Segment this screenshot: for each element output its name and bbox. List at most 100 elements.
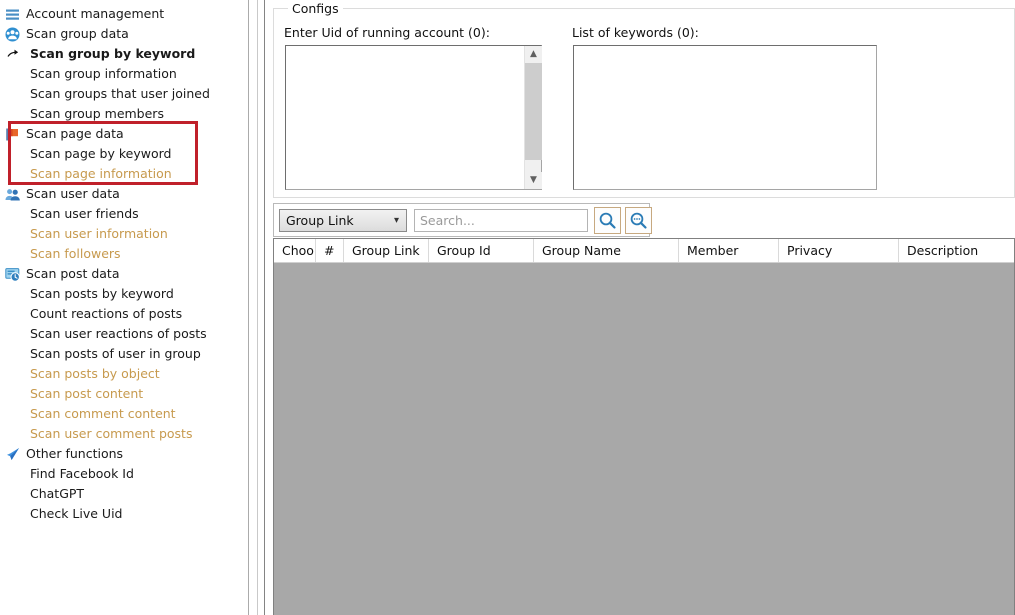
sidebar-item-scan-user-friends[interactable]: Scan user friends: [0, 204, 248, 224]
flag-icon: [6, 128, 18, 141]
sidebar-item-scan-user-comment-posts: Scan user comment posts: [0, 424, 248, 444]
sidebar-item-label: Find Facebook Id: [30, 466, 134, 481]
table-column-header-label: #: [324, 243, 335, 258]
sidebar-item-label: Scan page information: [30, 166, 172, 181]
search-button[interactable]: [594, 207, 621, 234]
sidebar-item-check-live-uid[interactable]: Check Live Uid: [0, 504, 248, 524]
table-column-header[interactable]: Member: [679, 239, 779, 262]
navigation-list: Account management Scan group data Scan gr…: [0, 0, 248, 524]
keywords-textarea[interactable]: [573, 45, 877, 190]
sidebar-item-scan-user-reactions-of-posts[interactable]: Scan user reactions of posts: [0, 324, 248, 344]
sidebar-item-scan-page-information: Scan page information: [0, 164, 248, 184]
table-column-header[interactable]: Group Id: [429, 239, 534, 262]
table-column-header-label: Description: [907, 243, 979, 258]
sidebar-item-label: Other functions: [26, 446, 124, 461]
search-toolbar: Group Link ▾ Search...: [273, 203, 652, 237]
results-table: Choo # Group Link Group Id Group Name Member P…: [273, 238, 1015, 615]
configs-group-box: Configs Enter Uid of running account (0)…: [273, 1, 1015, 198]
sidebar-item-label: Scan groups that user joined: [30, 86, 210, 101]
sidebar-item-label: Scan page data: [26, 126, 124, 141]
sidebar-item-label: Scan user friends: [30, 206, 139, 221]
sidebar-item-label: Scan followers: [30, 246, 121, 261]
sidebar-item-label: Scan posts by object: [30, 366, 160, 381]
sidebar-item-chatgpt[interactable]: ChatGPT: [0, 484, 248, 504]
sidebar-item-scan-posts-by-object: Scan posts by object: [0, 364, 248, 384]
sidebar-item-label: Scan post content: [30, 386, 144, 401]
keywords-field-label: List of keywords (0):: [572, 25, 699, 40]
sidebar-item-scan-post-content: Scan post content: [0, 384, 248, 404]
sidebar-item-label: Scan post data: [26, 266, 120, 281]
scrollbar-thumb[interactable]: [525, 63, 542, 160]
scroll-down-arrow-icon[interactable]: ▼: [525, 172, 542, 189]
sidebar-item-scan-page-data[interactable]: Scan page data: [0, 124, 248, 144]
table-column-header-label: Privacy: [787, 243, 833, 258]
sidebar-item-count-reactions-of-posts[interactable]: Count reactions of posts: [0, 304, 248, 324]
table-column-header[interactable]: #: [316, 239, 344, 262]
table-column-header-label: Member: [687, 243, 739, 258]
post-clock-icon: [5, 267, 20, 282]
search-more-icon: [630, 212, 647, 229]
sidebar-item-scan-followers: Scan followers: [0, 244, 248, 264]
flag-icon: [5, 127, 20, 142]
sidebar-item-label: Check Live Uid: [30, 506, 123, 521]
sidebar-item-scan-post-data[interactable]: Scan post data: [0, 264, 248, 284]
table-column-header[interactable]: Group Name: [534, 239, 679, 262]
two-users-icon: [5, 189, 20, 201]
sidebar-item-scan-user-data[interactable]: Scan user data: [0, 184, 248, 204]
uid-textarea-scrollbar[interactable]: ▲ ▼: [524, 46, 542, 189]
table-column-header[interactable]: Description: [899, 239, 1014, 262]
sidebar-item-label: Scan group members: [30, 106, 164, 121]
sidebar-item-scan-comment-content: Scan comment content: [0, 404, 248, 424]
uid-field-label: Enter Uid of running account (0):: [284, 25, 490, 40]
sidebar-item-scan-page-by-keyword[interactable]: Scan page by keyword: [0, 144, 248, 164]
sidebar-item-label: Scan group data: [26, 26, 129, 41]
sidebar-item-label: Account management: [26, 6, 165, 21]
uid-textarea[interactable]: ▲ ▼: [285, 45, 542, 190]
sidebar-item-label: Scan comment content: [30, 406, 176, 421]
post-clock-icon: [5, 268, 20, 282]
sidebar-item-scan-group-data[interactable]: Scan group data: [0, 24, 248, 44]
sidebar-item-label: ChatGPT: [30, 486, 85, 501]
search-icon: [599, 212, 616, 229]
chevron-down-icon: ▾: [393, 215, 399, 226]
filter-field-dropdown[interactable]: Group Link ▾: [279, 209, 407, 232]
table-column-header-label: Group Id: [437, 243, 491, 258]
configs-group-label: Configs: [288, 1, 343, 16]
sidebar-item-label: Scan user comment posts: [30, 426, 193, 441]
keywords-textarea-value: [574, 46, 876, 50]
group-users-icon: [5, 27, 20, 42]
table-body[interactable]: [274, 263, 1014, 615]
sidebar-item-other-functions[interactable]: Other functions: [0, 444, 248, 464]
application-window: Account management Scan group data Scan gr…: [0, 0, 1015, 615]
sidebar-item-scan-posts-by-keyword[interactable]: Scan posts by keyword: [0, 284, 248, 304]
splitter-grip: [257, 0, 258, 615]
sidebar-item-scan-group-by-keyword[interactable]: Scan group by keyword: [0, 44, 248, 64]
table-column-header[interactable]: Choo: [274, 239, 316, 262]
sidebar-item-scan-user-information: Scan user information: [0, 224, 248, 244]
sidebar-splitter[interactable]: [248, 0, 265, 615]
group-users-icon: [5, 27, 20, 42]
sidebar-item-label: Scan user information: [30, 226, 168, 241]
sidebar-item-label: Scan group information: [30, 66, 177, 81]
sidebar-item-label: Scan user data: [26, 186, 120, 201]
table-column-header-label: Group Link: [352, 243, 420, 258]
sidebar-item-label: Scan page by keyword: [30, 146, 172, 161]
advanced-search-button[interactable]: [625, 207, 652, 234]
sidebar-item-scan-groups-that-user-joined[interactable]: Scan groups that user joined: [0, 84, 248, 104]
sidebar-item-scan-group-members[interactable]: Scan group members: [0, 104, 248, 124]
scroll-up-arrow-icon[interactable]: ▲: [525, 46, 542, 63]
sidebar-item-scan-group-information[interactable]: Scan group information: [0, 64, 248, 84]
pointer-cursor-icon: [7, 49, 19, 57]
table-column-header[interactable]: Group Link: [344, 239, 429, 262]
sidebar-item-find-facebook-id[interactable]: Find Facebook Id: [0, 464, 248, 484]
filter-field-selected-value: Group Link: [286, 213, 354, 228]
sidebar-item-label: Scan posts by keyword: [30, 286, 174, 301]
sidebar-item-scan-posts-of-user-in-group[interactable]: Scan posts of user in group: [0, 344, 248, 364]
table-column-header[interactable]: Privacy: [779, 239, 899, 262]
pointer-cursor-icon: [6, 47, 21, 62]
main-content-panel: Configs Enter Uid of running account (0)…: [266, 0, 1015, 615]
sidebar-item-account-management[interactable]: Account management: [0, 4, 248, 24]
search-input[interactable]: Search...: [414, 209, 588, 232]
table-column-header-label: Group Name: [542, 243, 621, 258]
table-column-header-label: Choo: [282, 243, 314, 258]
